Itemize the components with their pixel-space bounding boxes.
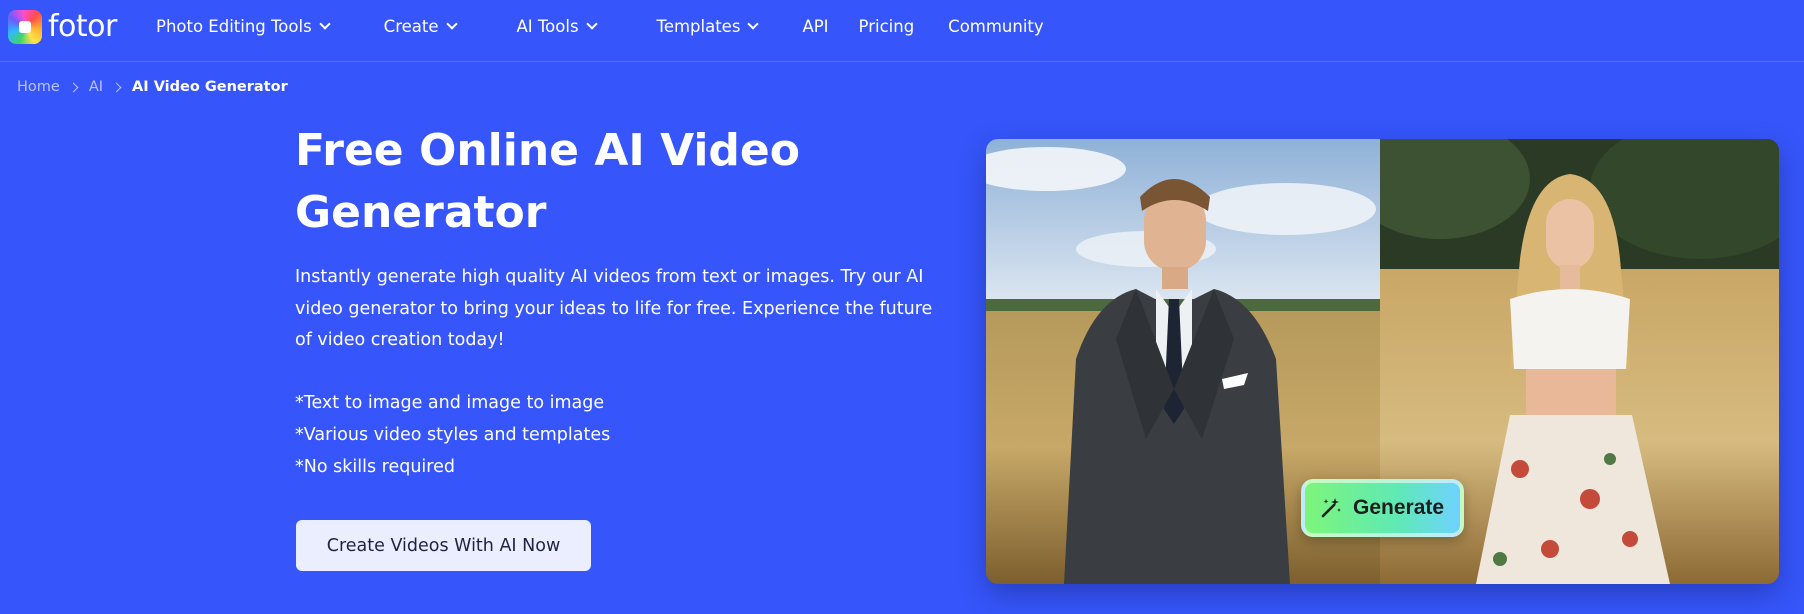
brand-name: fotor — [48, 9, 117, 44]
nav-item-api[interactable]: API — [802, 17, 828, 36]
chevron-down-icon — [585, 18, 598, 30]
chevron-right-icon — [111, 82, 122, 92]
page-title: Free Online AI Video Generator — [295, 125, 800, 238]
fotor-logo[interactable]: fotor — [8, 10, 117, 44]
generate-button-label: Generate — [1353, 496, 1445, 519]
generate-button[interactable]: Generate — [1301, 479, 1464, 537]
nav-item-label: API — [802, 16, 829, 36]
chevron-right-icon — [68, 82, 79, 92]
fotor-logo-icon — [8, 10, 42, 44]
feature-item: *No skills required — [295, 457, 455, 477]
create-videos-button[interactable]: Create Videos With AI Now — [296, 520, 591, 571]
nav-item-community[interactable]: Community — [948, 17, 1044, 36]
chevron-down-icon — [445, 18, 458, 30]
chevron-down-icon — [319, 18, 331, 30]
hero-description: Instantly generate high quality AI video… — [295, 267, 933, 350]
nav-item-label: AI Tools — [516, 16, 579, 36]
breadcrumb: Home AI AI Video Generator — [17, 76, 288, 98]
nav-item-create[interactable]: Create — [383, 16, 458, 36]
feature-item: *Various video styles and templates — [295, 425, 611, 445]
nav-item-label: Create — [383, 16, 439, 36]
magic-wand-icon — [1321, 498, 1341, 518]
breadcrumb-home[interactable]: Home — [17, 79, 60, 95]
breadcrumb-ai[interactable]: AI — [89, 79, 103, 95]
nav-item-ai-tools[interactable]: AI Tools — [516, 16, 598, 36]
main-nav: Photo Editing Tools Create AI Tools Temp… — [156, 0, 1044, 52]
nav-item-pricing[interactable]: Pricing — [859, 17, 915, 36]
chevron-down-icon — [747, 18, 760, 30]
breadcrumb-current: AI Video Generator — [132, 79, 288, 95]
top-navigation-bar: fotor Photo Editing Tools Create AI Tool… — [0, 0, 1804, 62]
feature-list: *Text to image and image to image *Vario… — [295, 387, 610, 483]
feature-item: *Text to image and image to image — [295, 393, 605, 413]
nav-item-templates[interactable]: Templates — [656, 16, 760, 36]
nav-item-photo-editing-tools[interactable]: Photo Editing Tools — [156, 16, 331, 36]
nav-item-label: Community — [948, 16, 1044, 36]
nav-item-label: Pricing — [858, 16, 915, 36]
nav-item-label: Templates — [656, 16, 741, 36]
nav-item-label: Photo Editing Tools — [156, 16, 312, 36]
